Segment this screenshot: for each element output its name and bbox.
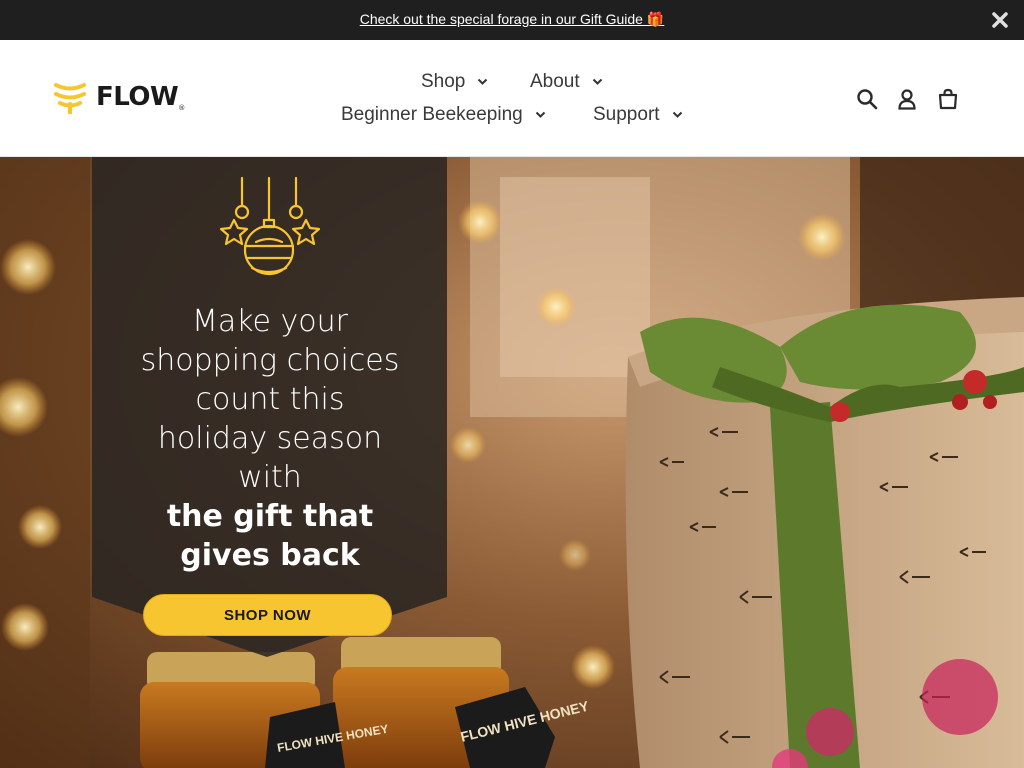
nav-about[interactable]: About: [530, 71, 603, 93]
chevron-down-icon: [478, 78, 488, 85]
close-icon[interactable]: [990, 10, 1010, 30]
search-icon[interactable]: [856, 88, 878, 110]
headline-line-1: Make your: [191, 304, 349, 339]
site-header: FLOW® Shop About Beginner Beekeeping Sup…: [0, 40, 1024, 157]
headline-line-5: with: [238, 460, 302, 495]
nav-support-label: Support: [593, 104, 660, 125]
nav-support[interactable]: Support: [593, 104, 683, 126]
headline-line-3: count this: [195, 382, 345, 417]
nav-beginner-beekeeping[interactable]: Beginner Beekeeping: [341, 104, 546, 126]
headline-line-2: shopping choices: [140, 343, 400, 378]
ornament-icon: [219, 176, 321, 276]
cart-icon[interactable]: [937, 88, 959, 110]
nav-shop-label: Shop: [421, 71, 466, 92]
chevron-down-icon: [535, 111, 545, 118]
shop-now-button[interactable]: SHOP NOW: [143, 594, 392, 636]
flow-logo[interactable]: FLOW®: [54, 80, 185, 114]
logo-wordmark: FLOW®: [96, 82, 185, 112]
bee-logo-icon: [54, 83, 86, 114]
hero-headline: Make your shopping choices count this ho…: [110, 302, 430, 575]
gift-guide-link[interactable]: Check out the special forage in our Gift…: [0, 11, 1024, 28]
chevron-down-icon: [592, 78, 602, 85]
account-icon[interactable]: [896, 88, 918, 110]
nav-shop[interactable]: Shop: [421, 71, 488, 93]
nav-about-label: About: [530, 71, 580, 92]
chevron-down-icon: [672, 111, 682, 118]
headline-bold-line-2: gives back: [180, 538, 360, 573]
nav-beginner-beekeeping-label: Beginner Beekeeping: [341, 104, 523, 125]
announcement-bar: Check out the special forage in our Gift…: [0, 0, 1024, 40]
headline-line-4: holiday season: [157, 421, 383, 456]
headline-bold-line-1: the gift that: [166, 499, 374, 534]
